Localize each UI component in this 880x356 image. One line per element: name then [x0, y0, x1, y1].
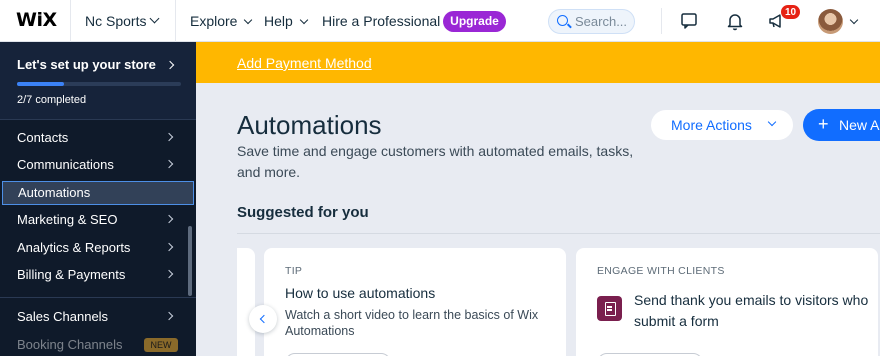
card-title: Send thank you emails to visitors who su… — [634, 292, 869, 329]
more-actions-button[interactable]: More Actions — [651, 110, 793, 140]
form-icon — [597, 296, 622, 321]
section-divider — [237, 233, 880, 234]
chevron-right-icon — [164, 269, 174, 279]
new-automation-button[interactable]: + New A — [803, 109, 880, 141]
card-description: Watch a short video to learn the basics … — [285, 308, 539, 338]
chevron-right-icon — [164, 132, 174, 142]
sidebar: Let's set up your store 2/7 completed Co… — [0, 42, 196, 356]
more-actions-label: More Actions — [671, 117, 752, 133]
search-placeholder: Search... — [575, 14, 628, 29]
carousel-prev-button[interactable] — [249, 305, 277, 333]
divider — [661, 8, 662, 34]
chevron-down-icon — [299, 15, 309, 25]
upgrade-button[interactable]: Upgrade — [443, 11, 506, 32]
notifications-badge: 10 — [780, 4, 802, 20]
explore-label: Explore — [190, 13, 238, 29]
sidebar-item-label: Booking Channels — [17, 337, 123, 352]
explore-menu[interactable]: Explore — [190, 13, 253, 29]
new-automation-label: New A — [839, 117, 880, 133]
page-title: Automations — [237, 110, 382, 140]
sidebar-divider — [0, 297, 196, 298]
chevron-right-icon — [164, 159, 174, 169]
sidebar-scrollbar[interactable] — [188, 226, 192, 296]
sidebar-item-label: Analytics & Reports — [17, 240, 131, 255]
sidebar-item-contacts[interactable]: Contacts — [0, 126, 196, 150]
search-input[interactable]: Search... — [548, 9, 635, 34]
top-bar: WiX Nc Sports Explore Help Hire a Profes… — [0, 0, 880, 42]
setup-title: Let's set up your store — [17, 57, 156, 72]
setup-store-panel[interactable]: Let's set up your store 2/7 completed — [0, 42, 196, 120]
chevron-right-icon — [164, 242, 174, 252]
bell-icon[interactable] — [725, 11, 745, 31]
chevron-right-icon — [164, 311, 174, 321]
sidebar-item-label: Sales Channels — [17, 309, 109, 324]
plus-icon: + — [818, 114, 829, 134]
sidebar-item-label: Marketing & SEO — [17, 212, 118, 227]
hire-professional-link[interactable]: Hire a Professional — [322, 13, 440, 29]
add-payment-method-link[interactable]: Add Payment Method — [237, 55, 372, 71]
sidebar-item-marketing-seo[interactable]: Marketing & SEO — [0, 208, 196, 232]
new-tag: NEW — [144, 338, 178, 352]
sidebar-item-label: Automations — [18, 185, 91, 200]
sidebar-item-label: Communications — [17, 157, 114, 172]
sidebar-item-billing-payments[interactable]: Billing & Payments — [0, 263, 196, 287]
sidebar-item-sales-channels[interactable]: Sales Channels — [0, 305, 196, 329]
sidebar-item-automations[interactable]: Automations — [2, 181, 194, 205]
site-selector[interactable]: Nc Sports — [70, 0, 176, 42]
setup-progress-fill — [17, 82, 64, 86]
page-subtitle: Save time and engage customers with auto… — [237, 143, 634, 180]
search-icon — [557, 15, 568, 26]
payment-banner: Add Payment Method — [196, 42, 880, 83]
setup-progress-text: 2/7 completed — [17, 94, 87, 106]
sidebar-item-label: Billing & Payments — [17, 267, 126, 282]
card-kicker: TIP — [285, 265, 303, 277]
sidebar-item-label: Contacts — [17, 130, 69, 145]
site-name: Nc Sports — [85, 13, 147, 29]
sidebar-item-analytics-reports[interactable]: Analytics & Reports — [0, 236, 196, 260]
avatar[interactable] — [818, 9, 843, 34]
chevron-right-icon — [165, 60, 175, 70]
sidebar-item-communications[interactable]: Communications — [0, 153, 196, 177]
section-title: Suggested for you — [237, 204, 369, 221]
previous-card[interactable] — [237, 248, 255, 356]
chat-icon[interactable] — [679, 11, 699, 31]
card-title: How to use automations — [285, 285, 436, 301]
chevron-down-icon[interactable] — [849, 15, 859, 25]
card-kicker: ENGAGE WITH CLIENTS — [597, 265, 725, 277]
setup-progress-bar — [17, 82, 181, 86]
help-label: Help — [264, 13, 293, 29]
chevron-left-icon — [259, 314, 269, 324]
chevron-right-icon — [164, 214, 174, 224]
chevron-down-icon — [244, 15, 253, 25]
help-menu[interactable]: Help — [264, 13, 309, 29]
chevron-down-icon — [149, 13, 160, 24]
wix-logo[interactable]: WiX — [16, 9, 57, 31]
chevron-down-icon — [767, 117, 777, 127]
suggestion-card-how-to[interactable]: TIP How to use automations Watch a short… — [264, 248, 566, 356]
suggestion-card-thank-you[interactable]: ENGAGE WITH CLIENTS Send thank you email… — [576, 248, 878, 356]
